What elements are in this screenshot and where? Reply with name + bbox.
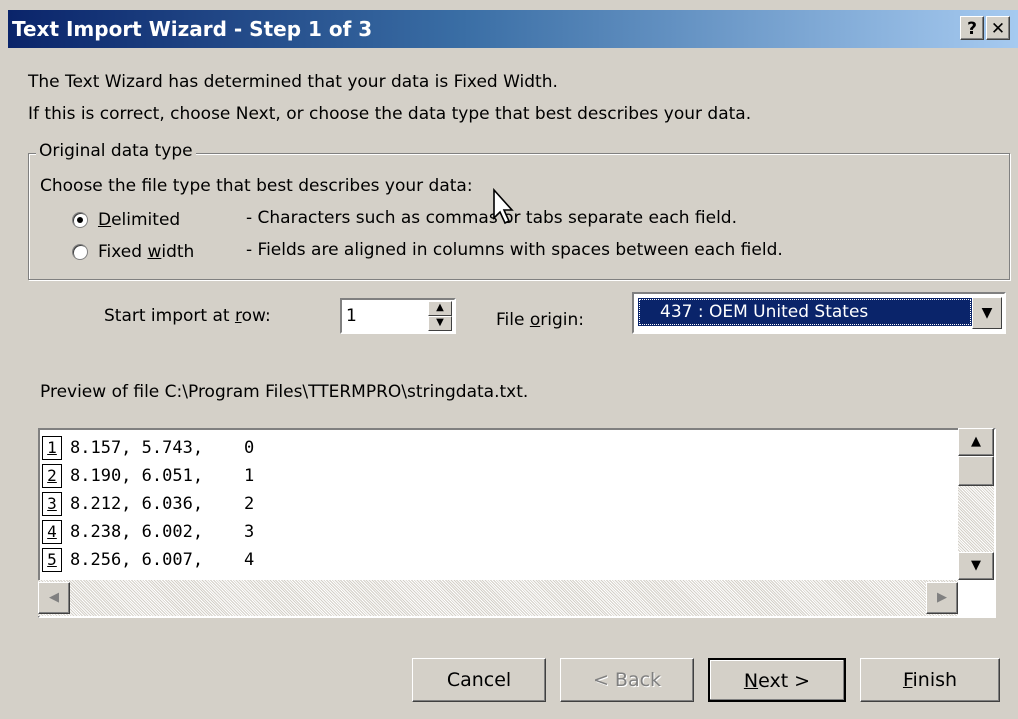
back-button-label: < Back (592, 669, 662, 691)
finish-button[interactable]: Finish (860, 658, 1000, 702)
window-title: Text Import Wizard - Step 1 of 3 (12, 17, 373, 41)
delimited-label-text: elimited (111, 210, 181, 230)
next-button[interactable]: Next > (708, 658, 846, 702)
row-number: 5 (42, 548, 62, 572)
file-origin-value: 437 : OEM United States (638, 298, 972, 326)
fixed-width-label[interactable]: Fixed width (98, 242, 194, 262)
fixed-width-label-text: Fixed (98, 242, 148, 262)
scroll-thumb[interactable] (958, 456, 994, 486)
file-origin-label-text: File (496, 310, 530, 330)
finish-button-label: inish (912, 669, 958, 691)
start-row-spinner[interactable]: ▲ ▼ (340, 298, 456, 334)
spin-up-icon[interactable]: ▲ (428, 301, 452, 316)
row-number: 4 (42, 520, 62, 544)
preview-row: 4 8.238, 6.002, 3 (42, 520, 254, 544)
start-row-input[interactable] (346, 304, 422, 328)
preview-label: Preview of file C:\Program Files\TTERMPR… (40, 382, 529, 402)
file-origin-label: File origin: (496, 310, 584, 330)
file-origin-label-rest: rigin: (540, 310, 584, 330)
fixed-width-radio[interactable] (72, 244, 88, 260)
next-button-label: ext > (758, 670, 811, 692)
file-type-prompt: Choose the file type that best describes… (40, 176, 473, 196)
dropdown-arrow-icon[interactable]: ▼ (972, 297, 1002, 329)
row-number: 2 (42, 464, 62, 488)
fixed-width-description: - Fields are aligned in columns with spa… (246, 240, 783, 260)
scroll-right-icon[interactable]: ▶ (926, 582, 958, 614)
spin-down-icon[interactable]: ▼ (428, 316, 452, 331)
start-row-label-text: Start import at (104, 306, 235, 326)
vertical-scrollbar[interactable]: ▲ ▼ (958, 428, 994, 580)
start-row-accesskey: r (234, 306, 242, 326)
delimited-radio[interactable] (72, 212, 88, 228)
finish-accesskey: F (902, 669, 913, 691)
back-button[interactable]: < Back (560, 658, 694, 702)
row-number: 3 (42, 492, 62, 516)
row-number: 1 (42, 436, 62, 460)
next-accesskey: N (743, 670, 759, 692)
intro-line-2: If this is correct, choose Next, or choo… (28, 104, 752, 124)
start-row-label-rest: ow: (241, 306, 271, 326)
scroll-left-icon[interactable]: ◀ (38, 582, 70, 614)
delimited-accesskey: D (98, 210, 112, 230)
text-import-wizard-dialog: Text Import Wizard - Step 1 of 3 ? ✕ The… (0, 0, 1018, 719)
row-text: 8.238, 6.002, 3 (70, 522, 255, 542)
start-row-label: Start import at row: (104, 306, 271, 326)
close-icon[interactable]: ✕ (986, 16, 1010, 40)
scroll-up-icon[interactable]: ▲ (958, 428, 994, 456)
group-legend: Original data type (36, 141, 196, 161)
title-bar[interactable]: Text Import Wizard - Step 1 of 3 ? ✕ (8, 10, 1018, 48)
row-text: 8.190, 6.051, 1 (70, 466, 255, 486)
horizontal-scrollbar[interactable]: ◀ ▶ (38, 580, 958, 616)
scroll-down-icon[interactable]: ▼ (958, 552, 994, 580)
cancel-button[interactable]: Cancel (412, 658, 546, 702)
preview-row: 3 8.212, 6.036, 2 (42, 492, 254, 516)
help-icon[interactable]: ? (960, 16, 984, 40)
row-text: 8.256, 6.007, 4 (70, 550, 255, 570)
intro-line-1: The Text Wizard has determined that your… (28, 72, 558, 92)
preview-row: 2 8.190, 6.051, 1 (42, 464, 254, 488)
row-text: 8.212, 6.036, 2 (70, 494, 255, 514)
row-text: 8.157, 5.743, 0 (70, 438, 255, 458)
mouse-cursor-icon (493, 188, 514, 225)
fixed-width-accesskey: w (147, 242, 162, 262)
file-origin-accesskey: o (529, 310, 541, 330)
preview-row: 1 8.157, 5.743, 0 (42, 436, 254, 460)
fixed-width-label-rest: idth (161, 242, 195, 262)
delimited-label[interactable]: Delimited (98, 210, 180, 230)
file-origin-select[interactable]: 437 : OEM United States ▼ (632, 292, 1006, 334)
preview-row: 5 8.256, 6.007, 4 (42, 548, 254, 572)
